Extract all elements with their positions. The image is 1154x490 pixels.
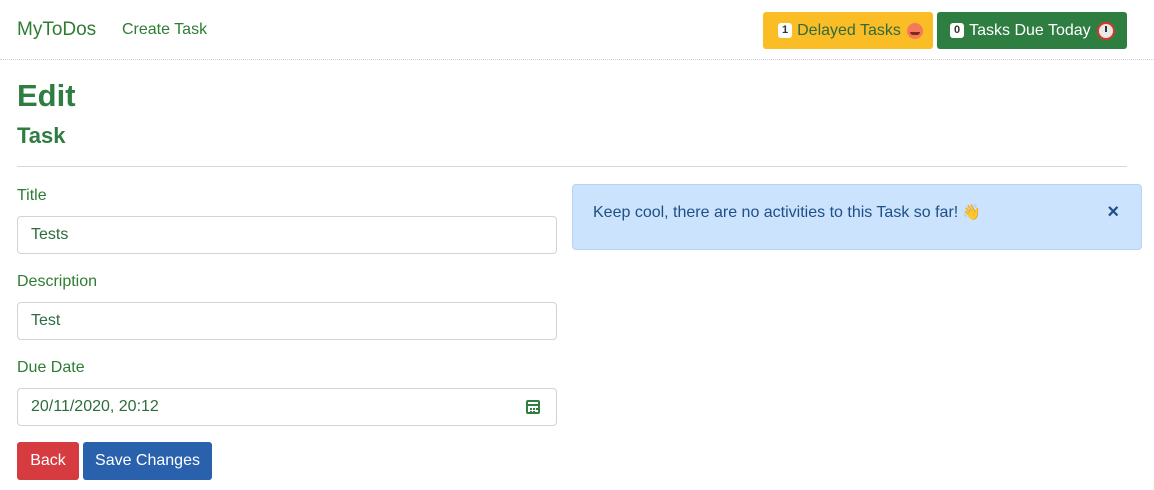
close-icon[interactable]: × [1107,201,1119,224]
create-task-link[interactable]: Create Task [122,21,207,39]
top-navbar: MyToDos Create Task 1 Delayed Tasks 0 Ta… [0,0,1154,60]
delayed-tasks-button[interactable]: 1 Delayed Tasks [763,12,933,49]
calendar-icon[interactable] [526,400,540,414]
info-alert: Keep cool, there are no activities to th… [572,184,1142,250]
angry-face-icon [906,22,923,39]
due-today-count-badge: 0 [950,23,965,38]
delayed-tasks-label: Delayed Tasks [797,21,901,39]
divider [17,166,1127,167]
page-title: Edit [17,78,76,113]
save-changes-button[interactable]: Save Changes [83,442,212,480]
alert-message-wrap: Keep cool, there are no activities to th… [593,203,981,222]
brand-link[interactable]: MyToDos [17,19,96,41]
description-label: Description [17,273,98,290]
title-label: Title [17,187,47,204]
tasks-due-today-button[interactable]: 0 Tasks Due Today [937,12,1127,49]
due-date-label: Due Date [17,359,85,376]
waving-hand-icon: 👋 [962,204,981,221]
title-input[interactable]: Tests [17,216,557,254]
back-button[interactable]: Back [17,442,79,480]
alarm-clock-icon [1096,21,1115,40]
due-date-value: 20/11/2020, 20:12 [31,398,159,415]
description-input[interactable]: Test [17,302,557,340]
tasks-due-today-label: Tasks Due Today [969,21,1091,39]
alert-message: Keep cool, there are no activities to th… [593,204,959,221]
due-date-input[interactable]: 20/11/2020, 20:12 [17,388,557,426]
delayed-count-badge: 1 [778,23,793,38]
page-subtitle: Task [17,123,66,148]
